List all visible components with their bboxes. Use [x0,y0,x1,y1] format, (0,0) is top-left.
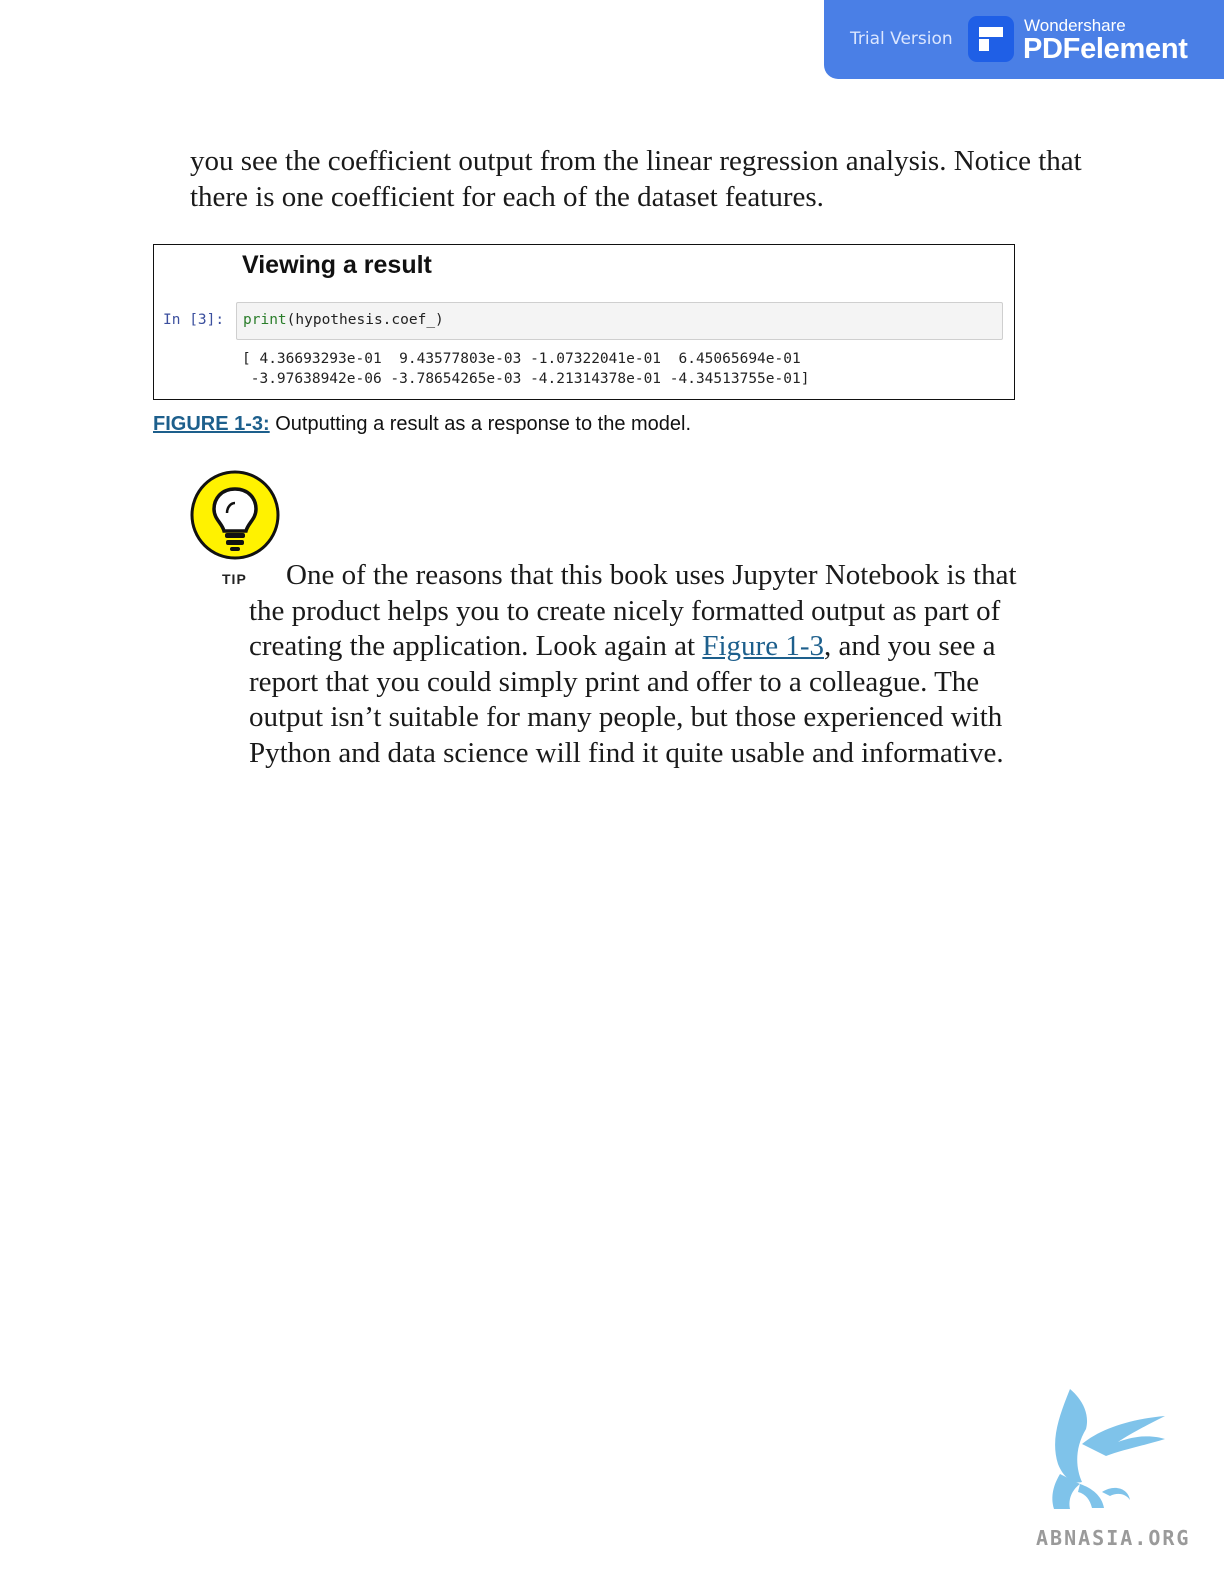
figure-1-3: Viewing a result In [3]: print(hypothesi… [153,244,1015,400]
cell-output: [ 4.36693293e-01 9.43577803e-03 -1.07322… [242,349,809,389]
tip-label: TIP [222,571,247,587]
pdfelement-logo-icon [968,16,1014,62]
tip-paragraph: One of the reasons that this book uses J… [249,558,1049,772]
code-function: print [243,312,287,328]
figure-title: Viewing a result [242,251,432,279]
figure-caption: FIGURE 1-3: Outputting a result as a res… [153,413,691,436]
output-line: -3.97638942e-06 -3.78654265e-03 -4.21314… [242,371,810,387]
lightbulb-icon [189,469,281,566]
intro-paragraph: you see the coefficient output from the … [190,145,1082,213]
input-prompt: In [3]: [163,312,225,328]
watermark-text: ABNASIA.ORG [1036,1526,1191,1550]
figure-caption-label[interactable]: FIGURE 1-3: [153,413,270,435]
code-arguments: (hypothesis.coef_) [286,312,444,328]
figure-caption-text: Outputting a result as a response to the… [269,413,692,435]
griffin-logo-icon [1030,1384,1170,1529]
figure-1-3-link[interactable]: Figure 1-3 [702,630,824,662]
output-line: [ 4.36693293e-01 9.43577803e-03 -1.07322… [242,351,801,367]
trial-banner[interactable]: Trial Version Wondershare PDFelement [824,0,1224,79]
trial-version-label: Trial Version [850,29,953,49]
brand-name: PDFelement [1023,33,1188,65]
code-cell[interactable]: print(hypothesis.coef_) [236,302,1003,340]
code-line: print(hypothesis.coef_) [243,312,444,328]
